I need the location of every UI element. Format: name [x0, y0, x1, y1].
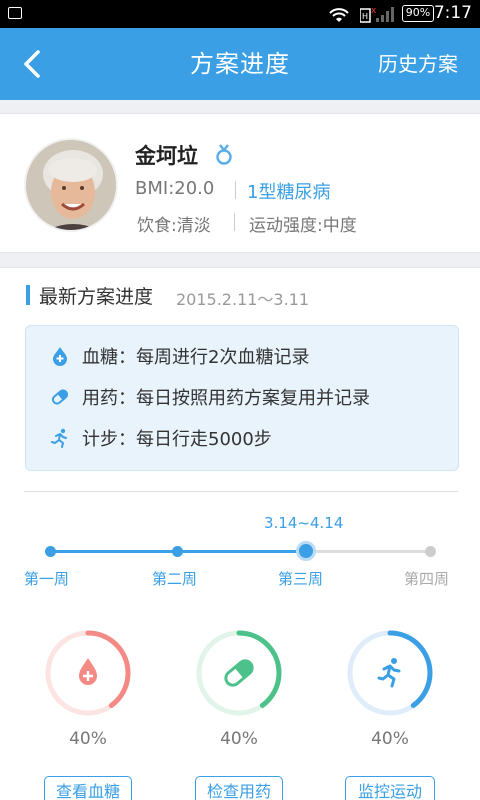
- running-icon: [377, 658, 401, 688]
- medication-progress-ring: [194, 628, 284, 718]
- section-marker: [26, 285, 30, 305]
- plan-item-steps: 计步：每日行走5000步: [26, 423, 460, 453]
- blood-drop-icon: [53, 347, 67, 366]
- pill-icon: [224, 659, 254, 687]
- nav-bar: 方案进度 历史方案: [0, 28, 480, 100]
- week-label[interactable]: 第一周: [24, 568, 69, 589]
- divider: [235, 181, 236, 199]
- check-medication-button[interactable]: 检查用药: [195, 776, 283, 800]
- battery-indicator: 90%: [402, 5, 434, 22]
- running-icon: [51, 428, 67, 448]
- week-label[interactable]: 第四周: [404, 568, 449, 589]
- week-dot-current[interactable]: [296, 541, 316, 561]
- blood-sugar-progress-ring: [43, 628, 133, 718]
- exercise-progress-ring: [345, 628, 435, 718]
- profile-card: 金坷垃 BMI:20.0 1型糖尿病 饮食:清淡 运动强度:中度: [0, 113, 480, 253]
- wifi-icon: [329, 8, 349, 22]
- blood-drop-icon: [79, 658, 97, 685]
- section-title: 最新方案进度: [39, 286, 154, 308]
- view-blood-sugar-button[interactable]: 查看血糖: [44, 776, 132, 800]
- diabetes-type: 1型糖尿病: [247, 182, 331, 203]
- week-dot[interactable]: [425, 546, 436, 557]
- divider: [24, 491, 458, 492]
- plan-item-text: 用药：每日按照用药方案复用并记录: [82, 388, 370, 409]
- timeline-remaining: [306, 550, 430, 553]
- week-dot[interactable]: [172, 546, 183, 557]
- current-week-range: 3.14~4.14: [264, 514, 344, 532]
- plan-item-text: 计步：每日行走5000步: [82, 429, 272, 450]
- week-label[interactable]: 第二周: [152, 568, 197, 589]
- plan-summary-box: 血糖：每周进行2次血糖记录 用药：每日按照用药方案复用并记录 计步：每日行走50…: [25, 325, 459, 471]
- plan-item-text: 血糖：每周进行2次血糖记录: [82, 347, 310, 368]
- clock: 7:17: [433, 3, 472, 23]
- avatar-image: [26, 140, 116, 230]
- user-name: 金坷垃: [135, 144, 198, 168]
- plan-date-range: 2015.2.11～3.11: [176, 290, 310, 309]
- gallery-notification-icon: [8, 7, 22, 19]
- diet-type: 饮食:清淡: [137, 216, 211, 236]
- status-bar: H x 90% 7:17: [0, 0, 480, 28]
- week-dot[interactable]: [45, 546, 56, 557]
- exercise-intensity: 运动强度:中度: [249, 216, 357, 236]
- divider: [234, 213, 235, 231]
- bmi-value: BMI:20.0: [135, 178, 215, 199]
- plan-section: 最新方案进度 2015.2.11～3.11 血糖：每周进行2次血糖记录 用药：每…: [0, 267, 480, 800]
- svg-text:x: x: [371, 6, 377, 16]
- svg-text:H: H: [362, 12, 368, 21]
- avatar: [24, 138, 118, 232]
- medication-percent: 40%: [220, 729, 258, 749]
- signal-icon: H x: [360, 6, 394, 23]
- exercise-percent: 40%: [371, 729, 409, 749]
- week-label[interactable]: 第三周: [278, 568, 323, 589]
- plan-item-medication: 用药：每日按照用药方案复用并记录: [26, 382, 460, 412]
- monitor-exercise-button[interactable]: 监控运动: [345, 776, 435, 800]
- history-plan-button[interactable]: 历史方案: [378, 48, 458, 77]
- female-gender-icon: [216, 144, 232, 165]
- blood-sugar-percent: 40%: [69, 729, 107, 749]
- pill-icon: [51, 389, 69, 405]
- plan-item-blood-sugar: 血糖：每周进行2次血糖记录: [26, 341, 460, 371]
